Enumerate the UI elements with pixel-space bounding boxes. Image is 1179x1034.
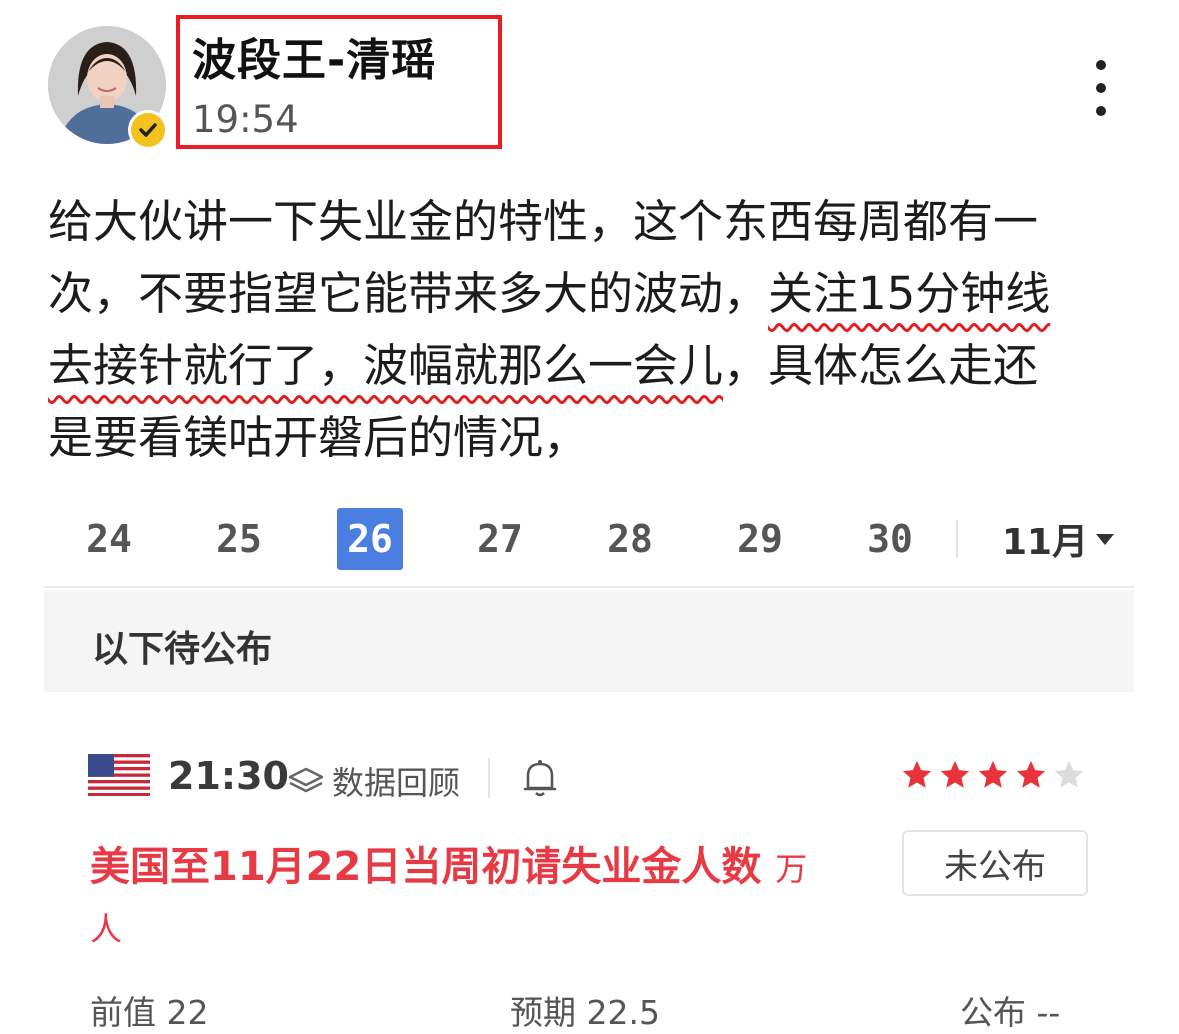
author-name[interactable]: 波段王-清瑶 xyxy=(192,24,436,88)
month-label: 11月 xyxy=(1002,522,1089,563)
post-line: 是要看镁咕开磐后的情况， xyxy=(48,411,589,464)
importance-stars xyxy=(900,758,1086,792)
date-tab[interactable]: 29 xyxy=(727,508,793,570)
event-unit: 人 xyxy=(90,910,123,948)
date-tab-active[interactable]: 26 xyxy=(337,508,403,570)
post-line: 给大伙讲一下失业金的特性，这个东西每周都有一 xyxy=(48,195,1039,248)
star-icon xyxy=(978,760,1008,788)
divider xyxy=(44,586,1134,588)
date-tab[interactable]: 28 xyxy=(597,508,663,570)
date-tab[interactable]: 25 xyxy=(206,508,272,570)
star-empty-icon xyxy=(1054,760,1084,788)
more-options-icon[interactable] xyxy=(1086,60,1116,116)
bell-icon[interactable] xyxy=(520,756,560,800)
star-icon xyxy=(1016,760,1046,788)
month-dropdown[interactable]: 11月 xyxy=(1002,508,1115,570)
us-flag-icon xyxy=(88,754,150,796)
data-review-label: 数据回顾 xyxy=(332,764,461,802)
date-tab[interactable]: 24 xyxy=(76,508,142,570)
post-line: 次，不要指望它能带来多大的波动，关注15分钟线 xyxy=(48,267,1051,320)
pending-label: 以下待公布 xyxy=(92,629,273,670)
previous-value: 前值 22 xyxy=(90,993,209,1032)
star-icon xyxy=(902,760,932,788)
date-strip: 24 25 26 27 28 29 30 11月 xyxy=(44,508,1134,580)
post-time: 19:54 xyxy=(192,98,299,141)
forecast-value: 预期 22.5 xyxy=(510,993,660,1032)
event-title[interactable]: 美国至11月22日当周初请失业金人数 万 人 xyxy=(90,838,870,958)
layers-icon xyxy=(288,767,324,793)
highlighted-text: 关注15分钟线 xyxy=(768,267,1051,320)
post-text: 给大伙讲一下失业金的特性，这个东西每周都有一 次，不要指望它能带来多大的波动，关… xyxy=(48,186,1138,474)
date-tab[interactable]: 30 xyxy=(857,508,923,570)
event-stats: 前值 22 预期 22.5 公布 -- xyxy=(90,986,1090,1032)
verified-check-icon xyxy=(128,110,168,150)
divider xyxy=(956,520,958,558)
event-meta-row: 21:30 数据回顾 xyxy=(88,754,1098,804)
caret-down-icon xyxy=(1096,533,1115,545)
event-time: 21:30 xyxy=(168,754,289,798)
highlighted-text: 去接针就行了，波幅就那么一会儿 xyxy=(48,339,724,392)
star-icon xyxy=(940,760,970,788)
data-review-link[interactable]: 数据回顾 xyxy=(286,758,460,804)
divider xyxy=(488,758,490,798)
date-tab[interactable]: 27 xyxy=(467,508,533,570)
event-unit: 万 xyxy=(775,850,808,888)
post-line: 去接针就行了，波幅就那么一会儿，具体怎么走还 xyxy=(48,339,1039,392)
status-button[interactable]: 未公布 xyxy=(902,830,1088,896)
actual-value: 公布 -- xyxy=(960,993,1061,1032)
